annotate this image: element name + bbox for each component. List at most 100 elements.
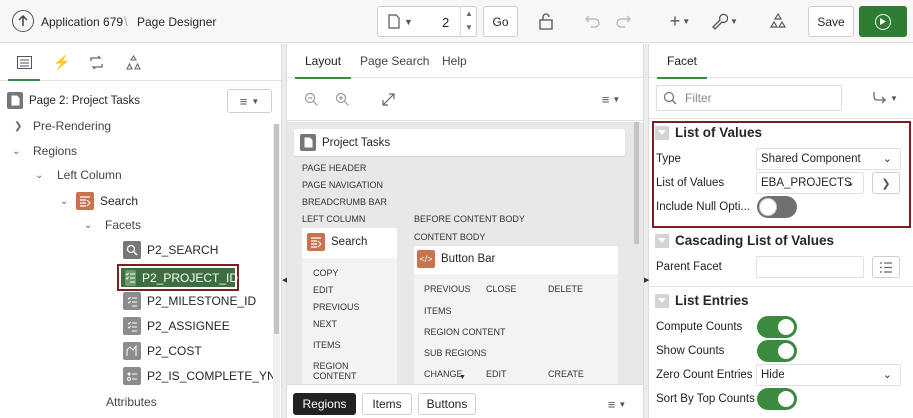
tree-label: P2_IS_COMPLETE_YN: [147, 369, 276, 383]
tab-label: Regions: [302, 397, 347, 411]
undo-icon[interactable]: [584, 12, 602, 30]
chevron-down-icon: [655, 125, 669, 140]
expand-icon[interactable]: [380, 91, 396, 107]
tab-page-search[interactable]: Page Search: [360, 54, 429, 68]
tree-facet-item[interactable]: P2_SEARCH: [123, 241, 218, 259]
tree-facet-item[interactable]: P2_IS_COMPLETE_YN: [123, 367, 276, 385]
include-null-toggle[interactable]: [757, 196, 797, 218]
run-button[interactable]: [859, 6, 907, 37]
page-designer-title: Page Designer: [137, 15, 217, 29]
section-cascading-lov[interactable]: Cascading List of Values: [655, 233, 834, 248]
tree-label: Left Column: [57, 168, 122, 182]
page-selector[interactable]: ▼ 2 ▲ ▼: [377, 6, 477, 37]
tree-search-region[interactable]: ⌄ Search: [60, 192, 138, 210]
tree-facet-item[interactable]: P2_COST: [123, 342, 202, 360]
tab-help[interactable]: Help: [442, 54, 467, 68]
zoom-out-icon[interactable]: [303, 91, 319, 107]
zero-count-select[interactable]: Hide ⌄: [756, 364, 901, 386]
tab-regions[interactable]: Regions: [293, 393, 356, 415]
chevron-down-icon: ▼: [251, 96, 260, 106]
slot-label: PREVIOUS: [424, 284, 471, 294]
app-name[interactable]: Application 679: [41, 15, 123, 29]
tree-label: Regions: [33, 144, 78, 158]
tree-attributes[interactable]: Attributes: [106, 395, 157, 409]
chevron-down-icon: ⌄: [60, 195, 69, 207]
code-region-icon: </>: [417, 250, 435, 268]
tab-items[interactable]: Items: [362, 393, 412, 415]
search-region-card[interactable]: Search COPY EDIT PREVIOUS NEXT ITEMS REG…: [302, 228, 397, 384]
search-facet-icon: [123, 241, 141, 259]
tab-label: Items: [372, 397, 402, 411]
zoom-in-icon[interactable]: [334, 91, 350, 107]
shared-components-tab-icon[interactable]: [125, 54, 141, 70]
sort-by-top-toggle[interactable]: [757, 388, 797, 410]
button-bar-card[interactable]: </> Button Bar PREVIOUS CLOSE DELETE ITE…: [414, 246, 618, 384]
tab-label: Buttons: [426, 397, 468, 411]
chevron-down-icon: ⌄: [882, 369, 892, 381]
tab-facet[interactable]: Facet: [656, 54, 708, 79]
position-label: LEFT COLUMN: [302, 214, 366, 224]
search-region-header: Search: [307, 233, 367, 251]
dynamic-actions-icon[interactable]: ⚡: [53, 54, 70, 70]
page-node[interactable]: Page 2: Project Tasks: [7, 92, 140, 109]
slot-label: REGION CONTENT: [313, 361, 357, 381]
save-button[interactable]: Save: [808, 6, 854, 37]
tree-label: Attributes: [106, 395, 157, 409]
tree-pre-rendering[interactable]: ❯ Pre-Rendering: [14, 119, 111, 133]
layout-page-title: Project Tasks: [322, 136, 391, 149]
scrollbar-thumb[interactable]: [634, 122, 639, 244]
filter-input[interactable]: Filter: [656, 85, 842, 111]
selected-item-highlight[interactable]: P2_PROJECT_ID: [117, 264, 239, 291]
rendering-tab-icon[interactable]: [16, 54, 32, 70]
tree-label: P2_ASSIGNEE: [147, 319, 230, 333]
shared-components-icon[interactable]: [768, 11, 788, 31]
tree-label: Search: [100, 194, 139, 208]
page-number-input[interactable]: 2: [442, 15, 449, 30]
show-counts-label: Show Counts: [656, 345, 725, 357]
page-header-card[interactable]: Project Tasks: [294, 129, 625, 156]
tree-facet-item[interactable]: P2_MILESTONE_ID: [123, 292, 256, 310]
lock-icon[interactable]: [537, 12, 555, 30]
scroll-down-icon[interactable]: ▼: [459, 374, 466, 381]
tree-regions[interactable]: ⌄ Regions: [12, 144, 77, 158]
parent-facet-picker-button[interactable]: [872, 256, 900, 278]
utilities-wrench-icon[interactable]: ▼: [708, 11, 740, 31]
go-button[interactable]: Go: [483, 6, 518, 37]
chevron-down-icon: ⌄: [845, 177, 855, 189]
section-title: Cascading List of Values: [675, 233, 835, 248]
compute-counts-toggle[interactable]: [757, 316, 797, 338]
page-icon: [388, 14, 400, 29]
property-panel: Facet Filter ▼ List of Values Type Share…: [649, 44, 913, 418]
parent-facet-input[interactable]: [756, 256, 864, 278]
processing-icon[interactable]: [88, 54, 104, 70]
play-icon: [875, 13, 891, 30]
tree-menu-button[interactable]: ≡ ▼: [227, 89, 272, 113]
layout-menu-icon[interactable]: ≡ ▼: [596, 91, 626, 107]
section-list-of-values[interactable]: List of Values: [655, 125, 762, 140]
type-select[interactable]: Shared Component ⌄: [756, 148, 901, 170]
add-component-icon[interactable]: + ▼: [667, 11, 693, 31]
show-counts-toggle[interactable]: [757, 340, 797, 362]
tree-facet-item[interactable]: P2_ASSIGNEE: [123, 317, 230, 335]
section-list-entries[interactable]: List Entries: [655, 293, 749, 308]
tab-layout[interactable]: Layout: [294, 54, 352, 79]
slot-label: DELETE: [548, 284, 584, 294]
gallery-menu-icon[interactable]: ≡ ▼: [602, 396, 632, 412]
lov-goto-button[interactable]: ❯: [872, 172, 900, 194]
tab-buttons[interactable]: Buttons: [418, 393, 476, 415]
selected-item-fill: P2_PROJECT_ID: [121, 268, 238, 287]
property-tab-bar: Facet: [649, 44, 913, 79]
filter-placeholder: Filter: [685, 91, 712, 105]
tree-left-column[interactable]: ⌄ Left Column: [35, 168, 122, 182]
stepper-icon[interactable]: ▲ ▼: [460, 7, 477, 36]
search-region-title: Search: [331, 236, 368, 248]
left-scrollbar[interactable]: [273, 124, 280, 418]
layout-scrollbar[interactable]: [633, 122, 640, 384]
up-arrow-icon[interactable]: [12, 10, 34, 32]
lov-select[interactable]: EBA_PROJECTS ⌄: [756, 172, 864, 194]
go-to-group-icon[interactable]: ▼: [869, 89, 901, 107]
scrollbar-thumb[interactable]: [274, 124, 279, 334]
tree-facets[interactable]: ⌄ Facets: [84, 218, 141, 232]
redo-icon[interactable]: [614, 12, 632, 30]
range-icon: [123, 342, 141, 360]
